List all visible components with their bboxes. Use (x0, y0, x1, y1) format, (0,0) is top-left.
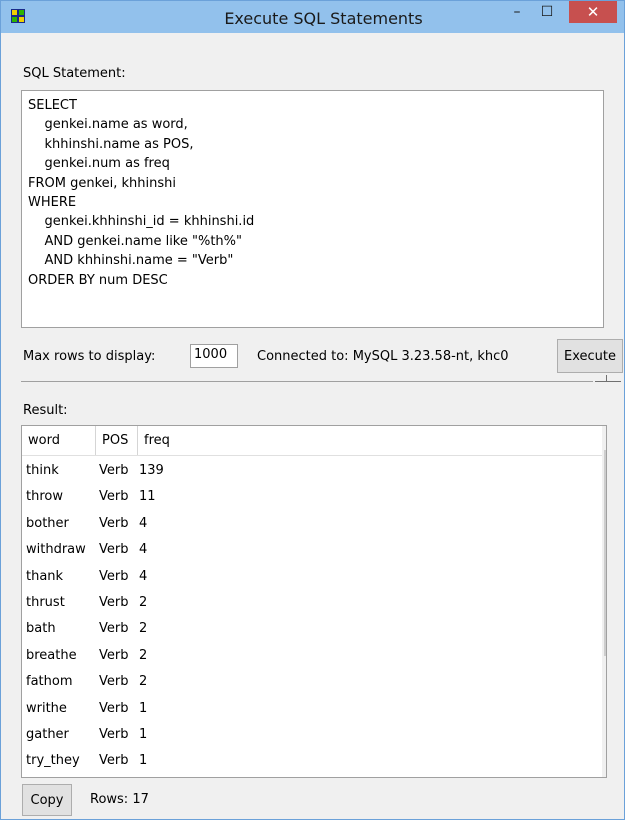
cell-pos: Verb (99, 647, 129, 663)
close-button[interactable]: ✕ (569, 1, 617, 23)
cell-pos: Verb (99, 489, 129, 505)
table-row[interactable]: withdraw Verb 4 (22, 535, 602, 561)
table-row[interactable]: thrust Verb 2 (22, 588, 602, 614)
cell-freq: 11 (139, 489, 156, 505)
cell-freq: 4 (139, 568, 148, 584)
sql-line: genkei.name as word, (28, 117, 188, 133)
table-row[interactable]: throw Verb 11 (22, 482, 602, 508)
cell-pos: Verb (99, 568, 129, 584)
scroll-up-icon[interactable]: ▲ (602, 426, 606, 446)
cell-freq: 2 (139, 594, 148, 610)
table-row[interactable]: think Verb 139 (22, 456, 602, 482)
execute-sql-window: Execute SQL Statements – ☐ ✕ SQL Stateme… (0, 0, 625, 820)
sql-line: WHERE (28, 195, 77, 211)
result-label: Result: (23, 403, 68, 418)
cell-pos: Verb (99, 621, 129, 637)
cell-pos: Verb (99, 674, 129, 690)
copy-button[interactable]: Copy (22, 784, 72, 816)
connection-status: Connected to: MySQL 3.23.58-nt, khc0 (257, 349, 509, 364)
cell-word: breathe (26, 647, 77, 663)
cell-pos: Verb (99, 726, 129, 742)
maximize-icon: ☐ (540, 4, 554, 20)
sql-line: AND khhinshi.name = "Verb" (28, 253, 234, 269)
close-icon: ✕ (586, 3, 600, 21)
max-rows-input[interactable]: 1000 (190, 344, 238, 368)
table-row[interactable]: breathe Verb 2 (22, 641, 602, 667)
cell-freq: 1 (139, 726, 148, 742)
table-row[interactable]: writhe Verb 1 (22, 694, 602, 720)
table-row[interactable]: gather Verb 1 (22, 720, 602, 746)
window-title: Execute SQL Statements (224, 9, 423, 28)
cell-word: thrust (26, 594, 65, 610)
sql-line: FROM genkei, khhinshi (28, 175, 177, 191)
column-header-freq[interactable]: freq (138, 426, 604, 455)
cell-pos: Verb (99, 463, 129, 478)
cell-freq: 4 (139, 542, 148, 558)
sql-line: SELECT (28, 98, 77, 113)
splitter-handle-icon[interactable] (595, 375, 621, 385)
table-row[interactable]: bath Verb 2 (22, 614, 602, 640)
cell-freq: 1 (139, 753, 148, 769)
cell-word: throw (26, 489, 63, 505)
cell-word: bother (26, 515, 69, 531)
cell-freq: 2 (139, 621, 148, 637)
sql-statement-label: SQL Statement: (23, 66, 126, 81)
sql-line: genkei.khhinshi_id = khhinshi.id (28, 214, 255, 230)
cell-word: withdraw (26, 542, 86, 558)
splitter[interactable] (21, 381, 593, 382)
cell-word: writhe (26, 700, 67, 716)
cell-pos: Verb (99, 594, 129, 610)
table-row[interactable]: bother Verb 4 (22, 509, 602, 535)
sql-line: khhinshi.name as POS, (28, 136, 194, 152)
minimize-icon: – (513, 4, 521, 20)
execute-button[interactable]: Execute (557, 339, 623, 373)
sql-line: AND genkei.name like "%th%" (28, 233, 243, 249)
table-row[interactable]: thank Verb 4 (22, 562, 602, 588)
cell-freq: 139 (139, 463, 164, 478)
sql-line: ORDER BY num DESC (28, 272, 168, 288)
sql-line: genkei.num as freq (28, 156, 170, 172)
sql-statement-editor[interactable]: SELECT genkei.name as word, khhinshi.nam… (21, 90, 604, 328)
result-table[interactable]: word POS freq think Verb 139 throw Verb 11 bot… (21, 425, 607, 778)
cell-word: fathom (26, 674, 73, 690)
cell-pos: Verb (99, 542, 129, 558)
column-header-word[interactable]: word (22, 426, 96, 455)
cell-word: try_they (26, 753, 80, 769)
title-bar[interactable]: Execute SQL Statements – ☐ ✕ (1, 1, 624, 33)
result-rows: think Verb 139 throw Verb 11 bother Verb 4 withdr… (22, 456, 602, 773)
column-header-pos[interactable]: POS (96, 426, 138, 455)
vertical-scrollbar[interactable]: ▲ ▼ (602, 426, 606, 777)
cell-word: gather (26, 726, 69, 742)
max-rows-label: Max rows to display: (23, 349, 156, 364)
cell-freq: 2 (139, 674, 148, 690)
cell-pos: Verb (99, 700, 129, 716)
table-row[interactable]: fathom Verb 2 (22, 667, 602, 693)
cell-freq: 2 (139, 647, 148, 663)
cell-word: think (26, 463, 59, 478)
cell-freq: 1 (139, 700, 148, 716)
cell-pos: Verb (99, 515, 129, 531)
scroll-thumb[interactable] (604, 450, 606, 656)
cell-word: bath (26, 621, 56, 637)
row-count: Rows: 17 (90, 792, 149, 807)
cell-freq: 4 (139, 515, 148, 531)
minimize-button[interactable]: – (503, 1, 531, 23)
scroll-down-icon[interactable]: ▼ (602, 757, 606, 777)
result-header: word POS freq (22, 426, 602, 456)
table-row[interactable]: try_they Verb 1 (22, 746, 602, 772)
maximize-button[interactable]: ☐ (533, 1, 561, 23)
cell-word: thank (26, 568, 64, 584)
cell-pos: Verb (99, 753, 129, 769)
